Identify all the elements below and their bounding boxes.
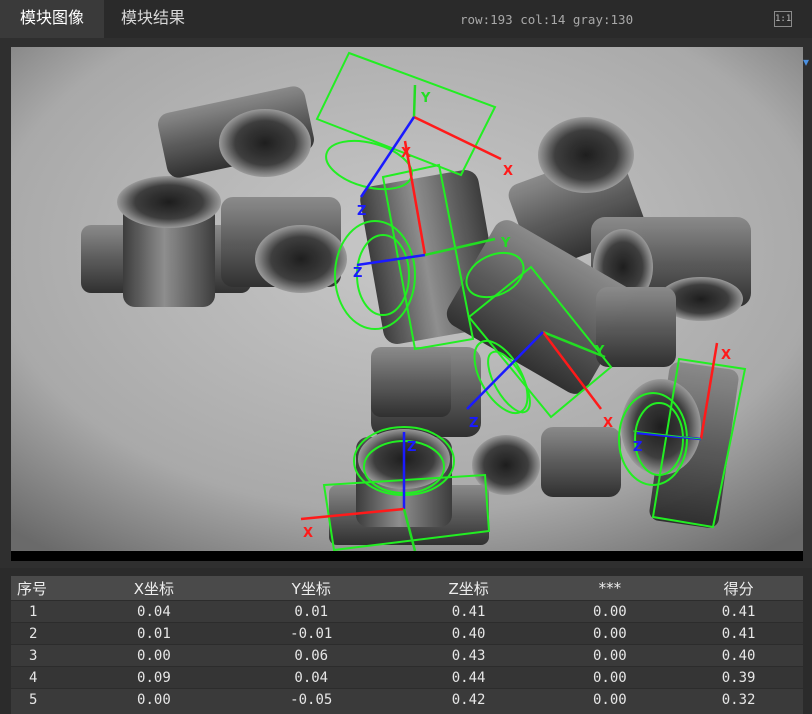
table-row[interactable]: 4 0.09 0.04 0.44 0.00 0.39 [11,666,803,689]
svg-text:Z: Z [407,440,416,455]
tab-module-result[interactable]: 模块结果 [104,0,202,38]
svg-text:Z: Z [469,416,478,431]
tab-module-image[interactable]: 模块图像 [0,0,104,38]
top-bar: 模块图像 模块结果 row:193 col:14 gray:130 1:1 [0,0,812,38]
svg-text:Z: Z [353,266,362,281]
scrollbar-arrow-icon[interactable]: ▾ [803,56,812,72]
svg-text:Z: Z [357,204,366,219]
table-row[interactable]: 2 0.01 -0.01 0.40 0.00 0.41 [11,622,803,645]
svg-text:X: X [303,526,313,541]
header-z[interactable]: Z坐标 [391,576,546,601]
table-row[interactable]: 1 0.04 0.01 0.41 0.00 0.41 [11,600,803,623]
svg-text:Y: Y [420,91,431,106]
results-table-panel: 序号 X坐标 Y坐标 Z坐标 *** 得分 1 0.04 0.01 0.41 0… [11,576,803,714]
image-canvas[interactable]: Y X Z X Y Z Y X Z Z X X Z [11,47,803,551]
header-extra[interactable]: *** [545,576,675,601]
header-y[interactable]: Y坐标 [230,576,392,601]
table-row[interactable]: 3 0.00 0.06 0.43 0.00 0.40 [11,644,803,667]
svg-text:X: X [603,416,613,431]
pixel-status-readout: row:193 col:14 gray:130 [460,12,634,27]
svg-text:X: X [401,146,411,161]
svg-text:Z: Z [633,440,642,455]
results-table: 序号 X坐标 Y坐标 Z坐标 *** 得分 1 0.04 0.01 0.41 0… [11,576,803,710]
svg-text:X: X [721,348,731,363]
header-index[interactable]: 序号 [11,576,77,601]
svg-text:Y: Y [594,344,605,359]
table-header-row: 序号 X坐标 Y坐标 Z坐标 *** 得分 [11,576,803,601]
actual-size-button[interactable]: 1:1 [774,11,792,27]
svg-text:X: X [503,164,513,179]
table-row[interactable]: 5 0.00 -0.05 0.42 0.00 0.32 [11,688,803,710]
canvas-bottom-border [11,551,803,561]
header-score[interactable]: 得分 [674,576,803,601]
svg-text:Y: Y [500,236,511,251]
header-x[interactable]: X坐标 [77,576,231,601]
